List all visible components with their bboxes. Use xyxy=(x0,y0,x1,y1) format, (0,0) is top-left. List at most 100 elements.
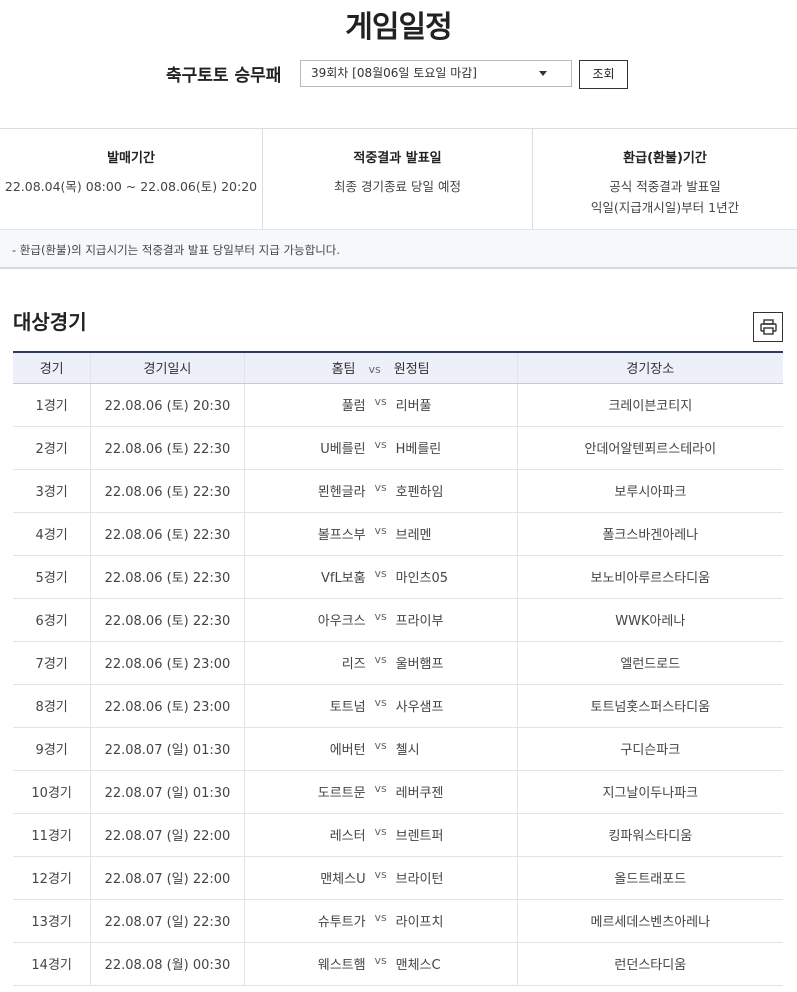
table-row: 12경기 22.08.07 (일) 22:00 맨체스U vs 브라이턴 올드트래포드 xyxy=(13,856,783,900)
cell-game: 7경기 xyxy=(13,641,91,685)
cell-teams: VfL보훔 vs 마인츠05 xyxy=(243,555,518,599)
cell-game: 1경기 xyxy=(13,383,91,427)
cell-datetime: 22.08.07 (일) 22:00 xyxy=(90,856,245,900)
game-type-label: 축구토토 승무패 xyxy=(166,66,282,86)
venue: 지그날이두나파크 xyxy=(602,786,699,801)
away-team: H베를린 xyxy=(395,442,442,457)
matchup: 웨스트햄 vs 맨체스C xyxy=(246,954,516,973)
search-button[interactable]: 조회 xyxy=(579,60,628,89)
game-datetime: 22.08.06 (토) 23:00 xyxy=(104,700,231,715)
home-team: U베를린 xyxy=(320,442,366,457)
header-away: 원정팀 xyxy=(393,362,430,378)
cell-datetime: 22.08.06 (토) 22:30 xyxy=(90,555,245,599)
header-vs: vs xyxy=(368,363,381,377)
cell-venue: 보루시아파크 xyxy=(516,469,783,513)
cell-game: 13경기 xyxy=(13,899,91,943)
away-team: 호펜하임 xyxy=(395,485,444,500)
cell-datetime: 22.08.06 (토) 22:30 xyxy=(90,426,245,470)
matchup: 아우크스 vs 프라이부 xyxy=(246,610,516,629)
print-button[interactable] xyxy=(753,312,783,342)
cell-venue: 크레이븐코티지 xyxy=(516,383,783,427)
table-row: 10경기 22.08.07 (일) 01:30 도르트문 vs 레버쿠젠 지그날이두나파크 xyxy=(13,770,783,814)
cell-game: 14경기 xyxy=(13,942,91,986)
game-number: 12경기 xyxy=(31,872,72,887)
cell-game: 3경기 xyxy=(13,469,91,513)
cell-game: 10경기 xyxy=(13,770,91,814)
cell-teams: 아우크스 vs 프라이부 xyxy=(243,598,518,642)
home-team: 풀럼 xyxy=(341,399,366,414)
home-team: 웨스트햄 xyxy=(317,958,366,973)
game-datetime: 22.08.06 (토) 22:30 xyxy=(104,442,231,457)
cell-datetime: 22.08.07 (일) 22:30 xyxy=(90,899,245,943)
home-team: 슈투트가 xyxy=(317,915,366,930)
round-select-value: 39회차 [08월06일 토요일 마감] xyxy=(311,66,477,80)
round-select[interactable]: 39회차 [08월06일 토요일 마감] xyxy=(300,60,572,87)
vs-label: vs xyxy=(374,567,387,580)
away-team: 마인츠05 xyxy=(395,571,449,586)
table-row: 9경기 22.08.07 (일) 01:30 에버턴 vs 첼시 구디슨파크 xyxy=(13,727,783,771)
table-row: 11경기 22.08.07 (일) 22:00 레스터 vs 브렌트퍼 킹파워스타디움 xyxy=(13,813,783,857)
match-table: 경기 경기일시 홈팀 vs 원정팀 경기장소 1경기 22.08.06 (토) 2… xyxy=(13,351,783,986)
home-team: 리즈 xyxy=(341,657,366,672)
venue: 토트넘홋스퍼스타디움 xyxy=(590,700,711,715)
cell-game: 6경기 xyxy=(13,598,91,642)
cell-teams: 리즈 vs 울버햄프 xyxy=(243,641,518,685)
cell-teams: U베를린 vs H베를린 xyxy=(243,426,518,470)
vs-label: vs xyxy=(374,911,387,924)
venue: 엘런드로드 xyxy=(620,657,681,672)
game-number: 1경기 xyxy=(35,399,68,414)
home-team: VfL보훔 xyxy=(320,571,366,586)
game-number: 2경기 xyxy=(35,442,68,457)
result-date-heading: 적중결과 발표일 xyxy=(353,151,442,166)
cell-teams: 볼프스부 vs 브레멘 xyxy=(243,512,518,556)
cell-venue: 런던스타디움 xyxy=(516,942,783,986)
cell-teams: 레스터 vs 브렌트퍼 xyxy=(243,813,518,857)
home-team: 아우크스 xyxy=(317,614,366,629)
vs-label: vs xyxy=(374,868,387,881)
away-team: 프라이부 xyxy=(395,614,444,629)
cell-venue: 메르세데스벤츠아레나 xyxy=(516,899,783,943)
game-datetime: 22.08.06 (토) 22:30 xyxy=(104,485,231,500)
table-row: 3경기 22.08.06 (토) 22:30 묀헨글라 vs 호펜하임 보루시아파크 xyxy=(13,469,783,513)
away-team: 라이프치 xyxy=(395,915,444,930)
game-number: 9경기 xyxy=(35,743,68,758)
cell-venue: 지그날이두나파크 xyxy=(516,770,783,814)
venue: 올드트래포드 xyxy=(614,872,687,887)
game-number: 7경기 xyxy=(35,657,68,672)
refund-period-line2: 익일(지급개시일)부터 1년간 xyxy=(590,200,740,215)
refund-period: 환급(환불)기간 공식 적중결과 발표일 익일(지급개시일)부터 1년간 xyxy=(533,129,797,230)
venue: 런던스타디움 xyxy=(614,958,687,973)
matchup: VfL보훔 vs 마인츠05 xyxy=(246,567,516,586)
table-row: 6경기 22.08.06 (토) 22:30 아우크스 vs 프라이부 WWK아레나 xyxy=(13,598,783,642)
cell-teams: 묀헨글라 vs 호펜하임 xyxy=(243,469,518,513)
home-team: 맨체스U xyxy=(320,872,366,887)
header-teams: 홈팀 vs 원정팀 xyxy=(243,351,518,384)
page-title: 게임일정 xyxy=(345,10,452,45)
vs-label: vs xyxy=(374,395,387,408)
matchup: 슈투트가 vs 라이프치 xyxy=(246,911,516,930)
game-datetime: 22.08.06 (토) 22:30 xyxy=(104,571,231,586)
home-team: 토트넘 xyxy=(329,700,366,715)
cell-datetime: 22.08.07 (일) 01:30 xyxy=(90,770,245,814)
away-team: 브레멘 xyxy=(395,528,432,543)
table-row: 5경기 22.08.06 (토) 22:30 VfL보훔 vs 마인츠05 보노비아루르스… xyxy=(13,555,783,599)
cell-game: 5경기 xyxy=(13,555,91,599)
home-team: 묀헨글라 xyxy=(317,485,366,500)
game-number: 5경기 xyxy=(35,571,68,586)
home-team: 도르트문 xyxy=(317,786,366,801)
vs-label: vs xyxy=(374,524,387,537)
venue: 크레이븐코티지 xyxy=(608,399,693,414)
sales-period-value: 22.08.04(목) 08:00 ~ 22.08.06(토) 20:20 xyxy=(4,179,258,194)
table-row: 14경기 22.08.08 (월) 00:30 웨스트햄 vs 맨체스C 런던스타디움 xyxy=(13,942,783,986)
cell-venue: 올드트래포드 xyxy=(516,856,783,900)
cell-venue: 엘런드로드 xyxy=(516,641,783,685)
cell-datetime: 22.08.07 (일) 22:00 xyxy=(90,813,245,857)
chevron-down-icon xyxy=(539,71,547,76)
matchup: 볼프스부 vs 브레멘 xyxy=(246,524,516,543)
cell-game: 8경기 xyxy=(13,684,91,728)
table-row: 1경기 22.08.06 (토) 20:30 풀럼 vs 리버풀 크레이븐코티지 xyxy=(13,383,783,427)
game-number: 13경기 xyxy=(31,915,72,930)
cell-teams: 토트넘 vs 사우샘프 xyxy=(243,684,518,728)
cell-datetime: 22.08.06 (토) 23:00 xyxy=(90,684,245,728)
home-team: 레스터 xyxy=(329,829,366,844)
